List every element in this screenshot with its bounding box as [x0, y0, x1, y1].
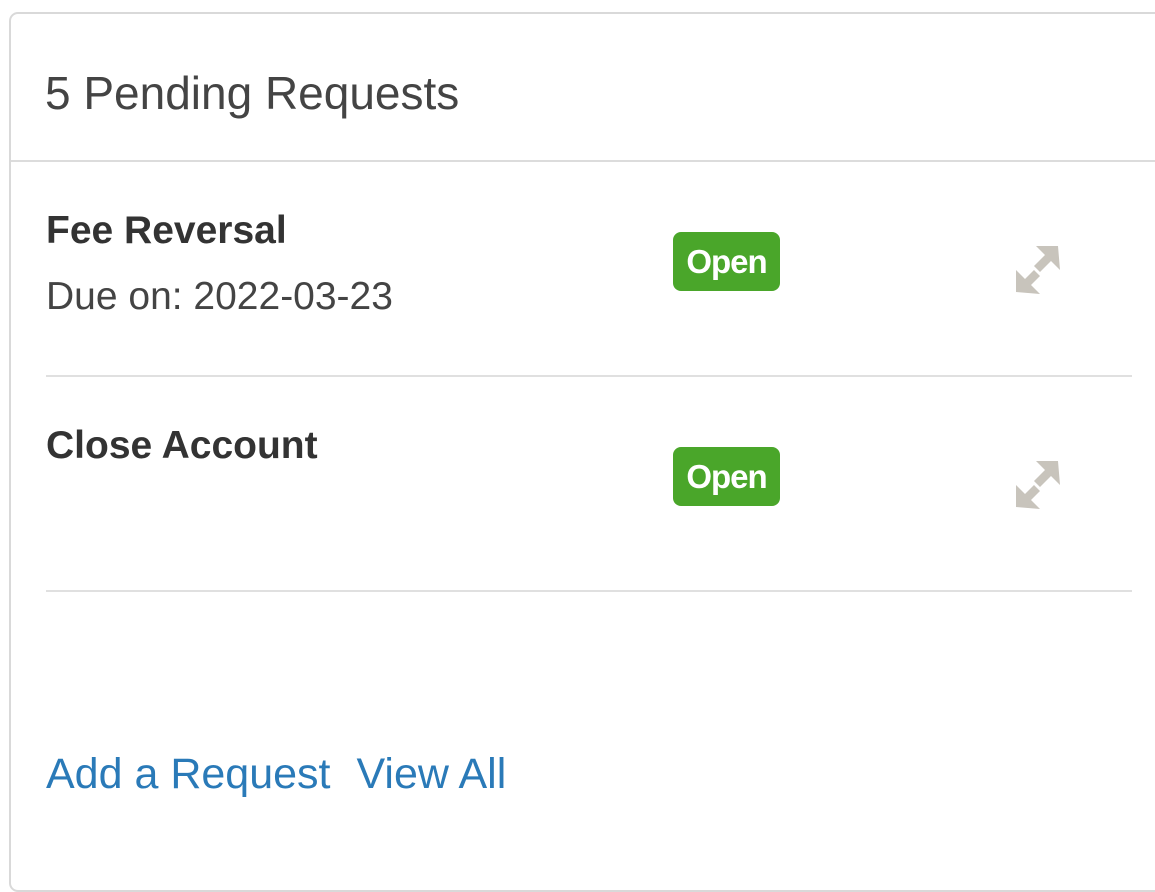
card-header: 5 Pending Requests: [11, 14, 1155, 162]
card-title: 5 Pending Requests: [45, 67, 460, 119]
pending-requests-card: 5 Pending Requests Fee Reversal Due on: …: [9, 12, 1155, 892]
status-badge: Open: [673, 232, 780, 291]
card-footer: Add a Request View All: [46, 748, 506, 800]
view-all-link[interactable]: View All: [356, 750, 506, 798]
request-due-date: Due on: 2022-03-23: [46, 275, 393, 318]
request-title: Close Account: [46, 424, 318, 467]
request-item: Fee Reversal Due on: 2022-03-23 Open: [46, 162, 1132, 377]
request-item: Close Account Open: [46, 377, 1132, 592]
request-title: Fee Reversal: [46, 209, 287, 252]
expand-button[interactable]: [1006, 451, 1070, 515]
expand-icon: [1016, 461, 1060, 509]
expand-button[interactable]: [1006, 236, 1070, 300]
add-request-link[interactable]: Add a Request: [46, 750, 330, 798]
expand-icon: [1016, 246, 1060, 294]
status-badge: Open: [673, 447, 780, 506]
